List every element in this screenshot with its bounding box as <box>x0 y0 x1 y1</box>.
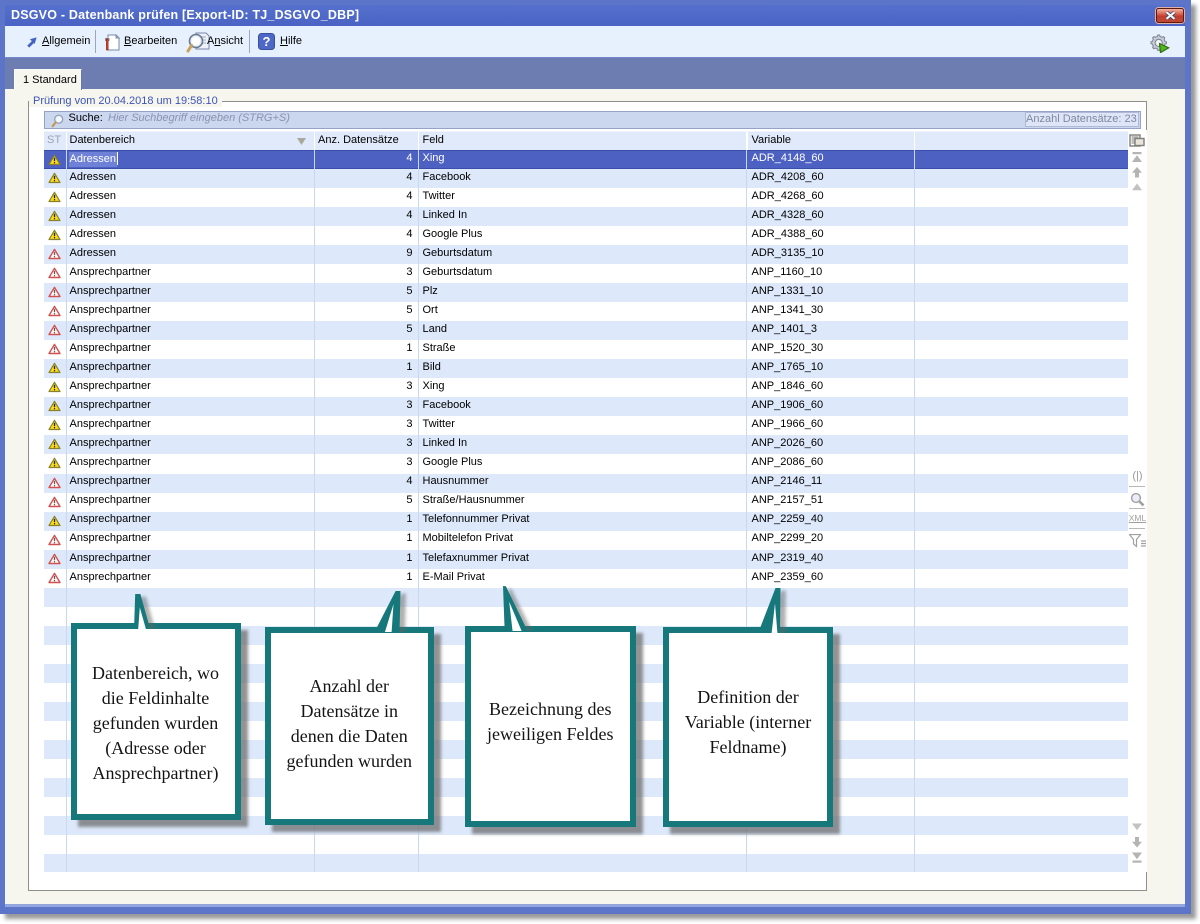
svg-text:?: ? <box>263 34 271 49</box>
